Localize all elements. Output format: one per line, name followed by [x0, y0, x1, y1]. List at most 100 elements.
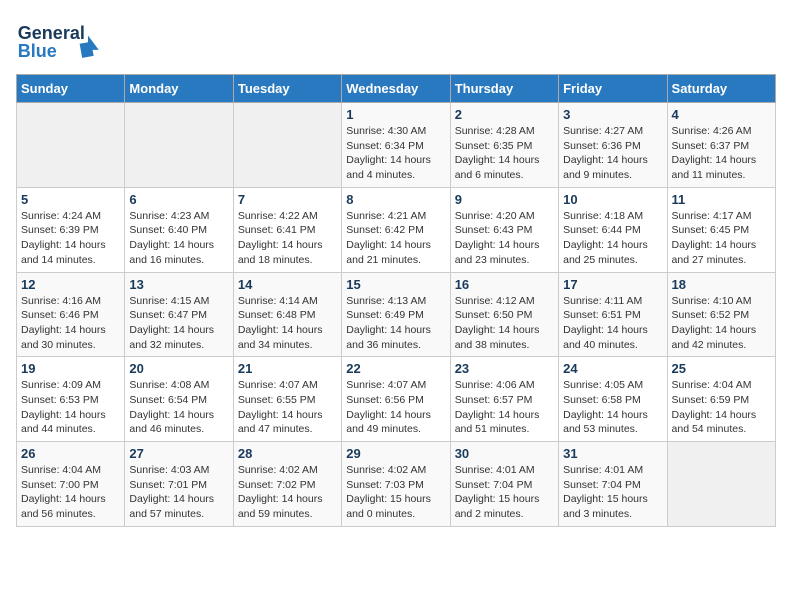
calendar-week-row: 12 Sunrise: 4:16 AM Sunset: 6:46 PM Dayli…	[17, 272, 776, 357]
calendar-day-cell: 26 Sunrise: 4:04 AM Sunset: 7:00 PM Dayli…	[17, 442, 125, 527]
calendar-day-cell: 27 Sunrise: 4:03 AM Sunset: 7:01 PM Dayli…	[125, 442, 233, 527]
calendar-col-header: Saturday	[667, 75, 775, 103]
day-number: 2	[455, 107, 554, 122]
calendar-day-cell: 30 Sunrise: 4:01 AM Sunset: 7:04 PM Dayli…	[450, 442, 558, 527]
day-info: Sunrise: 4:26 AM Sunset: 6:37 PM Dayligh…	[672, 124, 771, 183]
day-number: 24	[563, 361, 662, 376]
day-info: Sunrise: 4:08 AM Sunset: 6:54 PM Dayligh…	[129, 378, 228, 437]
day-number: 1	[346, 107, 445, 122]
day-number: 17	[563, 277, 662, 292]
day-info: Sunrise: 4:01 AM Sunset: 7:04 PM Dayligh…	[455, 463, 554, 522]
calendar-day-cell: 21Sunrise: 4:07 AM Sunset: 6:55 PM Dayli…	[233, 357, 341, 442]
day-info: Sunrise: 4:02 AM Sunset: 7:03 PM Dayligh…	[346, 463, 445, 522]
day-info: Sunrise: 4:09 AM Sunset: 6:53 PM Dayligh…	[21, 378, 120, 437]
calendar-day-cell: 22 Sunrise: 4:07 AM Sunset: 6:56 PM Dayli…	[342, 357, 450, 442]
day-number: 14	[238, 277, 337, 292]
day-info: Sunrise: 4:10 AM Sunset: 6:52 PM Dayligh…	[672, 294, 771, 353]
calendar-day-cell: 31 Sunrise: 4:01 AM Sunset: 7:04 PM Dayli…	[559, 442, 667, 527]
day-info: Sunrise: 4:04 AM Sunset: 7:00 PM Dayligh…	[21, 463, 120, 522]
calendar-day-cell: 17 Sunrise: 4:11 AM Sunset: 6:51 PM Dayli…	[559, 272, 667, 357]
calendar-day-cell: 20 Sunrise: 4:08 AM Sunset: 6:54 PM Dayli…	[125, 357, 233, 442]
day-number: 4	[672, 107, 771, 122]
day-info: Sunrise: 4:01 AM Sunset: 7:04 PM Dayligh…	[563, 463, 662, 522]
calendar-day-cell: 5 Sunrise: 4:24 AM Sunset: 6:39 PM Daylig…	[17, 187, 125, 272]
calendar-col-header: Thursday	[450, 75, 558, 103]
day-number: 25	[672, 361, 771, 376]
day-number: 30	[455, 446, 554, 461]
calendar-day-cell	[17, 103, 125, 188]
day-number: 16	[455, 277, 554, 292]
calendar-week-row: 5 Sunrise: 4:24 AM Sunset: 6:39 PM Daylig…	[17, 187, 776, 272]
svg-text:General: General	[18, 23, 85, 43]
calendar-week-row: 26 Sunrise: 4:04 AM Sunset: 7:00 PM Dayli…	[17, 442, 776, 527]
day-info: Sunrise: 4:23 AM Sunset: 6:40 PM Dayligh…	[129, 209, 228, 268]
calendar-day-cell: 16 Sunrise: 4:12 AM Sunset: 6:50 PM Dayli…	[450, 272, 558, 357]
calendar-day-cell: 29Sunrise: 4:02 AM Sunset: 7:03 PM Dayli…	[342, 442, 450, 527]
day-number: 13	[129, 277, 228, 292]
day-info: Sunrise: 4:24 AM Sunset: 6:39 PM Dayligh…	[21, 209, 120, 268]
page-header: General Blue	[16, 16, 776, 64]
day-number: 27	[129, 446, 228, 461]
day-number: 12	[21, 277, 120, 292]
day-number: 28	[238, 446, 337, 461]
day-number: 5	[21, 192, 120, 207]
day-info: Sunrise: 4:04 AM Sunset: 6:59 PM Dayligh…	[672, 378, 771, 437]
day-number: 8	[346, 192, 445, 207]
calendar-header-row: SundayMondayTuesdayWednesdayThursdayFrid…	[17, 75, 776, 103]
day-info: Sunrise: 4:18 AM Sunset: 6:44 PM Dayligh…	[563, 209, 662, 268]
day-number: 10	[563, 192, 662, 207]
day-info: Sunrise: 4:05 AM Sunset: 6:58 PM Dayligh…	[563, 378, 662, 437]
day-info: Sunrise: 4:27 AM Sunset: 6:36 PM Dayligh…	[563, 124, 662, 183]
calendar-day-cell: 2 Sunrise: 4:28 AM Sunset: 6:35 PM Daylig…	[450, 103, 558, 188]
calendar-col-header: Sunday	[17, 75, 125, 103]
day-info: Sunrise: 4:07 AM Sunset: 6:56 PM Dayligh…	[346, 378, 445, 437]
calendar-day-cell	[125, 103, 233, 188]
svg-text:Blue: Blue	[18, 41, 57, 61]
calendar-day-cell: 28 Sunrise: 4:02 AM Sunset: 7:02 PM Dayli…	[233, 442, 341, 527]
day-info: Sunrise: 4:21 AM Sunset: 6:42 PM Dayligh…	[346, 209, 445, 268]
calendar-day-cell: 4 Sunrise: 4:26 AM Sunset: 6:37 PM Daylig…	[667, 103, 775, 188]
calendar-day-cell: 24 Sunrise: 4:05 AM Sunset: 6:58 PM Dayli…	[559, 357, 667, 442]
day-info: Sunrise: 4:03 AM Sunset: 7:01 PM Dayligh…	[129, 463, 228, 522]
day-info: Sunrise: 4:20 AM Sunset: 6:43 PM Dayligh…	[455, 209, 554, 268]
day-number: 23	[455, 361, 554, 376]
calendar-day-cell: 7 Sunrise: 4:22 AM Sunset: 6:41 PM Daylig…	[233, 187, 341, 272]
day-info: Sunrise: 4:15 AM Sunset: 6:47 PM Dayligh…	[129, 294, 228, 353]
calendar-col-header: Monday	[125, 75, 233, 103]
calendar-day-cell: 6 Sunrise: 4:23 AM Sunset: 6:40 PM Daylig…	[125, 187, 233, 272]
day-number: 18	[672, 277, 771, 292]
day-info: Sunrise: 4:12 AM Sunset: 6:50 PM Dayligh…	[455, 294, 554, 353]
day-number: 3	[563, 107, 662, 122]
calendar-day-cell: 3 Sunrise: 4:27 AM Sunset: 6:36 PM Daylig…	[559, 103, 667, 188]
day-number: 7	[238, 192, 337, 207]
day-number: 26	[21, 446, 120, 461]
day-number: 19	[21, 361, 120, 376]
calendar-day-cell: 25 Sunrise: 4:04 AM Sunset: 6:59 PM Dayli…	[667, 357, 775, 442]
logo: General Blue	[16, 16, 106, 64]
day-info: Sunrise: 4:11 AM Sunset: 6:51 PM Dayligh…	[563, 294, 662, 353]
calendar-col-header: Wednesday	[342, 75, 450, 103]
day-info: Sunrise: 4:14 AM Sunset: 6:48 PM Dayligh…	[238, 294, 337, 353]
day-number: 15	[346, 277, 445, 292]
day-number: 20	[129, 361, 228, 376]
calendar-col-header: Friday	[559, 75, 667, 103]
day-number: 11	[672, 192, 771, 207]
calendar-table: SundayMondayTuesdayWednesdayThursdayFrid…	[16, 74, 776, 527]
day-number: 9	[455, 192, 554, 207]
calendar-day-cell: 19 Sunrise: 4:09 AM Sunset: 6:53 PM Dayli…	[17, 357, 125, 442]
calendar-day-cell: 11Sunrise: 4:17 AM Sunset: 6:45 PM Dayli…	[667, 187, 775, 272]
calendar-col-header: Tuesday	[233, 75, 341, 103]
calendar-day-cell: 18 Sunrise: 4:10 AM Sunset: 6:52 PM Dayli…	[667, 272, 775, 357]
day-info: Sunrise: 4:06 AM Sunset: 6:57 PM Dayligh…	[455, 378, 554, 437]
calendar-day-cell: 9 Sunrise: 4:20 AM Sunset: 6:43 PM Daylig…	[450, 187, 558, 272]
day-info: Sunrise: 4:16 AM Sunset: 6:46 PM Dayligh…	[21, 294, 120, 353]
day-info: Sunrise: 4:30 AM Sunset: 6:34 PM Dayligh…	[346, 124, 445, 183]
day-info: Sunrise: 4:28 AM Sunset: 6:35 PM Dayligh…	[455, 124, 554, 183]
calendar-day-cell: 1 Sunrise: 4:30 AM Sunset: 6:34 PM Daylig…	[342, 103, 450, 188]
day-number: 6	[129, 192, 228, 207]
day-info: Sunrise: 4:02 AM Sunset: 7:02 PM Dayligh…	[238, 463, 337, 522]
day-info: Sunrise: 4:22 AM Sunset: 6:41 PM Dayligh…	[238, 209, 337, 268]
day-number: 31	[563, 446, 662, 461]
calendar-day-cell: 14 Sunrise: 4:14 AM Sunset: 6:48 PM Dayli…	[233, 272, 341, 357]
day-number: 22	[346, 361, 445, 376]
